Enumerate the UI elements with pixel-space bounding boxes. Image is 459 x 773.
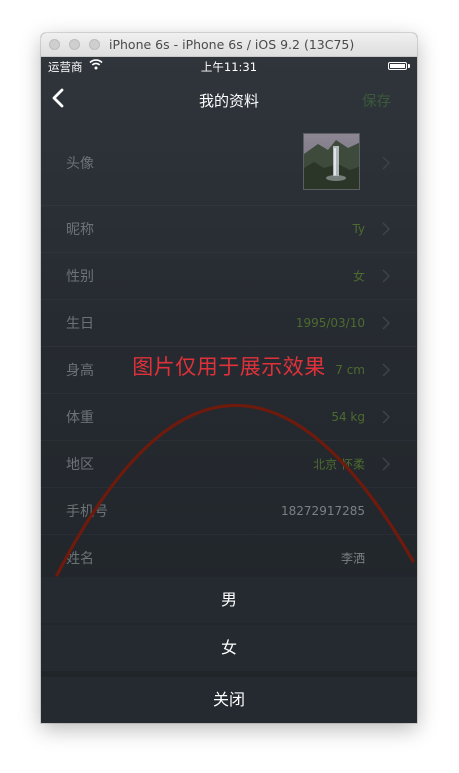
chevron-right-icon — [382, 410, 391, 424]
option-female-button[interactable]: 女 — [41, 625, 417, 671]
avatar-image[interactable] — [303, 133, 360, 190]
battery-level — [390, 64, 405, 68]
status-time: 上午11:31 — [200, 60, 258, 74]
gender-value: 女 — [352, 269, 365, 284]
birthday-row[interactable]: 生日 1995/03/10 — [41, 300, 417, 347]
weight-row[interactable]: 体重 54 kg — [41, 394, 417, 441]
window-title: iPhone 6s - iPhone 6s / iOS 9.2 (13C75) — [109, 37, 355, 52]
region-value: 北京 怀柔 — [313, 457, 365, 472]
name-row: 姓名 李洒 — [41, 535, 417, 582]
option-male-button[interactable]: 男 — [41, 577, 417, 623]
nickname-value: Ty — [352, 222, 365, 236]
save-button[interactable]: 保存 — [362, 90, 391, 111]
gender-action-sheet: 男 女 关闭 — [41, 577, 417, 723]
status-bar: 运营商 上午11:31 — [41, 57, 417, 77]
battery-tip — [408, 64, 410, 68]
waterfall-landscape-image — [304, 134, 359, 189]
chevron-right-icon — [382, 269, 391, 283]
weight-label: 体重 — [66, 410, 94, 426]
minimize-window-button[interactable] — [69, 39, 80, 50]
nickname-row[interactable]: 昵称 Ty — [41, 206, 417, 253]
phone-screen: 运营商 上午11:31 我的资料 保存 头像 昵称 Ty 性别 女 生日 199… — [41, 57, 417, 723]
name-label: 姓名 — [66, 551, 94, 567]
chevron-right-icon — [382, 156, 391, 170]
phone-value: 18272917285 — [281, 504, 365, 518]
avatar-label: 头像 — [66, 156, 94, 172]
birthday-label: 生日 — [66, 316, 94, 332]
zoom-window-button[interactable] — [89, 39, 100, 50]
name-value: 李洒 — [340, 551, 365, 566]
navigation-bar: 我的资料 保存 — [41, 77, 417, 121]
simulator-window: iPhone 6s - iPhone 6s / iOS 9.2 (13C75) … — [41, 33, 417, 723]
chevron-right-icon — [382, 316, 391, 330]
region-label: 地区 — [66, 457, 94, 473]
phone-label: 手机号 — [66, 504, 108, 520]
chevron-right-icon — [382, 457, 391, 471]
demo-watermark-text: 图片仅用于展示效果 — [132, 355, 326, 379]
region-row[interactable]: 地区 北京 怀柔 — [41, 441, 417, 488]
weight-value: 54 kg — [331, 410, 365, 424]
battery-icon — [388, 62, 407, 70]
gender-label: 性别 — [66, 269, 94, 285]
close-sheet-button[interactable]: 关闭 — [41, 677, 417, 723]
birthday-value: 1995/03/10 — [295, 316, 365, 330]
close-window-button[interactable] — [49, 39, 60, 50]
avatar-row[interactable]: 头像 — [41, 121, 417, 206]
window-titlebar: iPhone 6s - iPhone 6s / iOS 9.2 (13C75) — [41, 33, 417, 57]
gender-row[interactable]: 性别 女 — [41, 253, 417, 300]
page-title: 我的资料 — [198, 92, 259, 110]
chevron-right-icon — [382, 222, 391, 236]
nickname-label: 昵称 — [66, 222, 94, 238]
phone-row: 手机号 18272917285 — [41, 488, 417, 535]
